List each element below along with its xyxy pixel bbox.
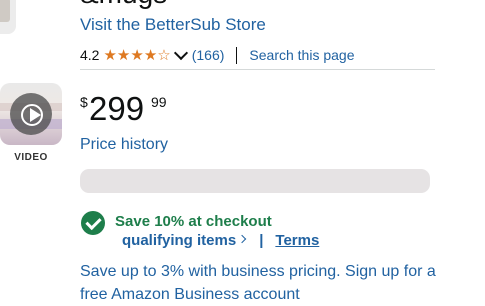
rating-value: 4.2 — [80, 47, 100, 63]
video-thumbnail[interactable] — [0, 83, 62, 145]
product-title: &mugs — [80, 0, 167, 10]
product-thumbnail[interactable] — [0, 0, 16, 34]
price-whole: 299 — [89, 90, 145, 127]
star-full-icon: ★ — [130, 45, 144, 64]
video-label: VIDEO — [14, 152, 48, 163]
star-full-icon: ★ — [116, 45, 131, 64]
divider-line — [80, 69, 435, 70]
check-circle-icon — [81, 211, 105, 235]
price-fraction: 99 — [151, 94, 167, 110]
star-full-icon: ★ — [103, 45, 117, 64]
star-empty-icon: ☆ — [157, 45, 171, 64]
price-history-link[interactable]: Price history — [80, 136, 168, 154]
separator: | — [259, 232, 264, 249]
business-pricing-link[interactable]: Save up to 3% with business pricing. Sig… — [80, 260, 450, 306]
star-full-icon: ★ — [143, 45, 158, 64]
chevron-right-icon — [237, 234, 247, 244]
play-icon[interactable] — [10, 93, 52, 135]
loading-placeholder-bar — [80, 169, 430, 193]
qualifying-items-link[interactable]: qualifying items — [122, 232, 236, 249]
chevron-down-icon[interactable] — [173, 45, 188, 61]
divider — [236, 46, 238, 64]
rating-row: 4.2 ★ ★ ★ ★ ☆ (166) Search this page — [80, 45, 355, 65]
search-this-page-link[interactable]: Search this page — [249, 47, 354, 63]
terms-link[interactable]: Terms — [275, 232, 319, 249]
star-rating[interactable]: ★ ★ ★ ★ ☆ — [103, 45, 171, 64]
price-symbol: $ — [80, 94, 88, 110]
coupon-save-text: Save 10% at checkout — [115, 213, 272, 230]
thumbnail-image-part — [0, 0, 10, 22]
rating-count-link[interactable]: (166) — [192, 47, 225, 63]
store-link[interactable]: Visit the BetterSub Store — [80, 15, 266, 35]
coupon-links: qualifying items | Terms — [122, 232, 319, 249]
